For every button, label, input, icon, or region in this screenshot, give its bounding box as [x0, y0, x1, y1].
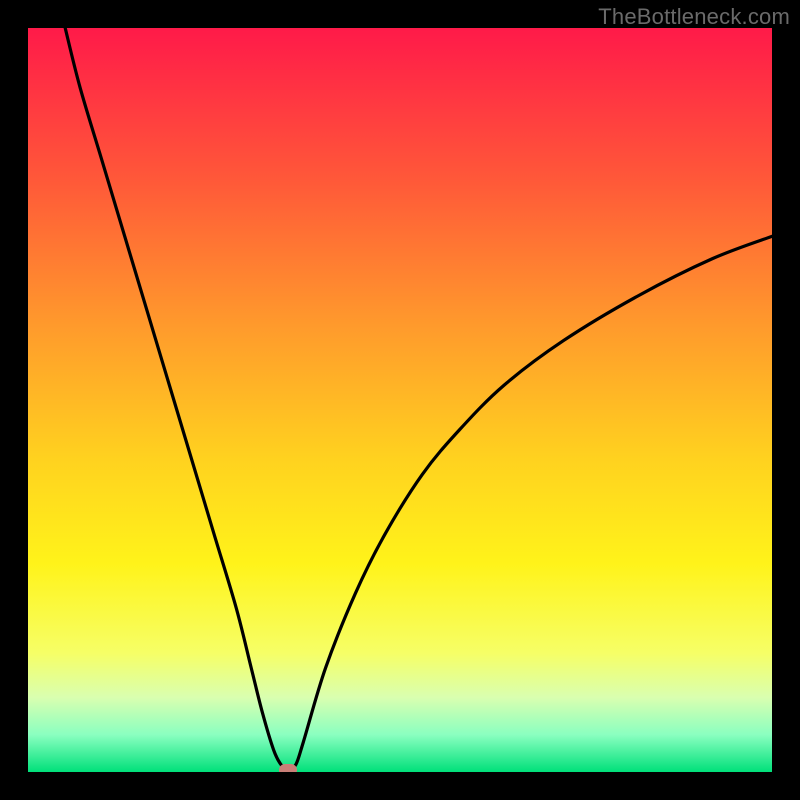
chart-frame: TheBottleneck.com	[0, 0, 800, 800]
optimal-point-marker	[279, 764, 297, 772]
plot-area	[28, 28, 772, 772]
bottleneck-curve	[65, 28, 772, 770]
curve-layer	[28, 28, 772, 772]
watermark-text: TheBottleneck.com	[598, 4, 790, 30]
